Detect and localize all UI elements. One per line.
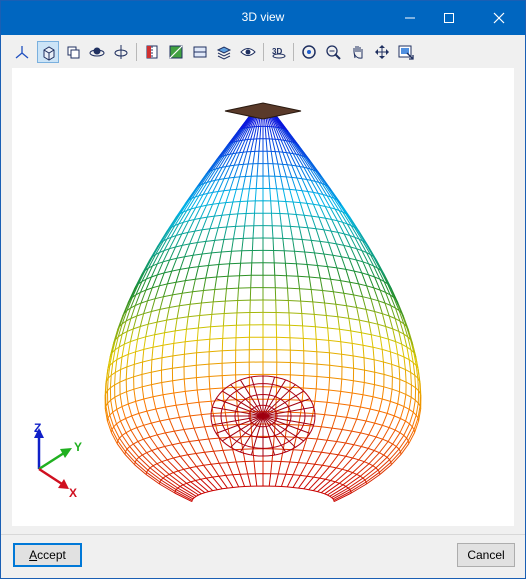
accept-button[interactable]: Accept — [13, 543, 82, 567]
dialog-window: 3D view 3D Z Y X Accept Cancel — [0, 0, 526, 579]
orbit-icon[interactable] — [86, 41, 108, 63]
color-map-icon[interactable] — [165, 41, 187, 63]
layers-icon[interactable] — [213, 41, 235, 63]
accept-mnemonic: A — [29, 548, 38, 562]
cancel-button[interactable]: Cancel — [457, 543, 515, 567]
3d-mode-icon[interactable]: 3D — [268, 41, 290, 63]
toolbar-separator — [136, 43, 137, 61]
footer-divider — [1, 534, 525, 535]
axes-view-icon[interactable] — [11, 41, 33, 63]
title-bar[interactable]: 3D view — [1, 1, 525, 35]
z-axis-label: Z — [34, 421, 41, 435]
close-icon — [493, 12, 505, 24]
pan-hand-icon[interactable] — [347, 41, 369, 63]
zoom-window-icon[interactable] — [298, 41, 320, 63]
toolbar-separator — [293, 43, 294, 61]
accept-label-rest: ccept — [37, 548, 66, 562]
y-axis-label: Y — [74, 440, 82, 454]
x-axis-label: X — [69, 486, 77, 500]
toolbar-separator — [263, 43, 264, 61]
close-button[interactable] — [477, 1, 523, 35]
toolbar: 3D — [9, 39, 517, 65]
x-axis-arrow — [58, 479, 69, 489]
section-plane-icon[interactable] — [141, 41, 163, 63]
panel-icon[interactable] — [189, 41, 211, 63]
maximize-button[interactable] — [426, 1, 472, 35]
rotate-axis-icon[interactable] — [110, 41, 132, 63]
3d-viewport[interactable]: Z Y X — [12, 68, 514, 526]
y-axis — [38, 451, 65, 471]
zoom-out-icon[interactable] — [322, 41, 344, 63]
move-arrows-icon[interactable] — [371, 41, 393, 63]
axis-triad: Z Y X — [34, 421, 82, 500]
maximize-icon — [444, 13, 454, 23]
visibility-eye-icon[interactable] — [237, 41, 259, 63]
3d-box-view-icon[interactable] — [37, 41, 59, 63]
rotate-views-icon[interactable] — [62, 41, 84, 63]
export-image-icon[interactable] — [395, 41, 417, 63]
x-axis — [38, 467, 63, 486]
